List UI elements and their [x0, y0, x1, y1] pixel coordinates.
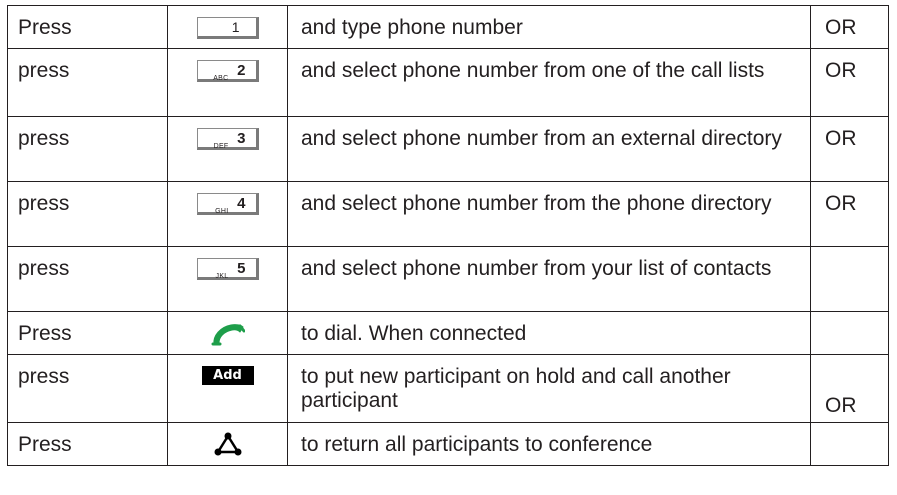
or-cell: OR: [810, 181, 889, 247]
key-2-abc-icon: ABC 2: [196, 60, 259, 82]
key-cell: [167, 422, 288, 466]
key-letters: GHI: [215, 208, 229, 215]
key-cell: ABC 2: [167, 48, 288, 117]
table-row: press ABC 2 and select phone number from…: [7, 48, 889, 117]
key-digit: 5: [237, 260, 246, 277]
verb-cell: Press: [7, 422, 168, 466]
key-1-icon: 1: [196, 17, 259, 39]
table-row: press Add to put new participant on hold…: [7, 354, 889, 423]
description-cell: and select phone number from one of the …: [287, 48, 811, 117]
or-cell: OR: [810, 5, 889, 49]
verb-cell: Press: [7, 311, 168, 355]
table-row: Press to return all participants to conf…: [7, 422, 889, 466]
description-cell: and type phone number: [287, 5, 811, 49]
verb-cell: press: [7, 181, 168, 247]
key-cell: GHI 4: [167, 181, 288, 247]
key-letters: JKL: [215, 273, 229, 280]
or-cell: OR: [810, 48, 889, 117]
key-digit: 4: [237, 195, 246, 212]
verb-cell: press: [7, 246, 168, 312]
green-handset-icon: [211, 324, 245, 346]
key-cell: [167, 311, 288, 355]
table-row: Press 1 and type phone number OR: [7, 5, 889, 49]
key-cell: Add: [167, 354, 288, 423]
key-3-def-icon: DEF 3: [196, 128, 259, 150]
verb-cell: press: [7, 48, 168, 117]
or-cell: OR: [810, 116, 889, 182]
or-cell: [810, 422, 889, 466]
table-row: Press to dial. When connected: [7, 311, 889, 355]
description-cell: to return all participants to conference: [287, 422, 811, 466]
conference-icon: [214, 432, 241, 456]
key-digit: 1: [231, 19, 240, 35]
key-5-jkl-icon: JKL 5: [196, 258, 259, 280]
key-cell: DEF 3: [167, 116, 288, 182]
verb-cell: press: [7, 354, 168, 423]
table-row: press GHI 4 and select phone number from…: [7, 181, 889, 247]
or-cell: [810, 311, 889, 355]
table-row: press JKL 5 and select phone number from…: [7, 246, 889, 312]
key-letters: DEF: [213, 143, 229, 150]
description-cell: and select phone number from an external…: [287, 116, 811, 182]
key-4-ghi-icon: GHI 4: [196, 193, 259, 215]
key-letters: ABC: [213, 75, 229, 82]
key-digit: 3: [237, 130, 246, 147]
verb-cell: Press: [7, 5, 168, 49]
key-digit: 2: [237, 62, 246, 79]
table-row: press DEF 3 and select phone number from…: [7, 116, 889, 182]
description-cell: to dial. When connected: [287, 311, 811, 355]
description-cell: and select phone number from your list o…: [287, 246, 811, 312]
description-cell: to put new participant on hold and call …: [287, 354, 811, 423]
or-cell: [810, 246, 889, 312]
key-cell: JKL 5: [167, 246, 288, 312]
verb-cell: press: [7, 116, 168, 182]
instruction-table: Press 1 and type phone number OR press A…: [7, 5, 889, 466]
or-cell: OR: [810, 354, 889, 423]
description-cell: and select phone number from the phone d…: [287, 181, 811, 247]
add-softkey-icon: Add: [201, 366, 254, 385]
key-cell: 1: [167, 5, 288, 49]
